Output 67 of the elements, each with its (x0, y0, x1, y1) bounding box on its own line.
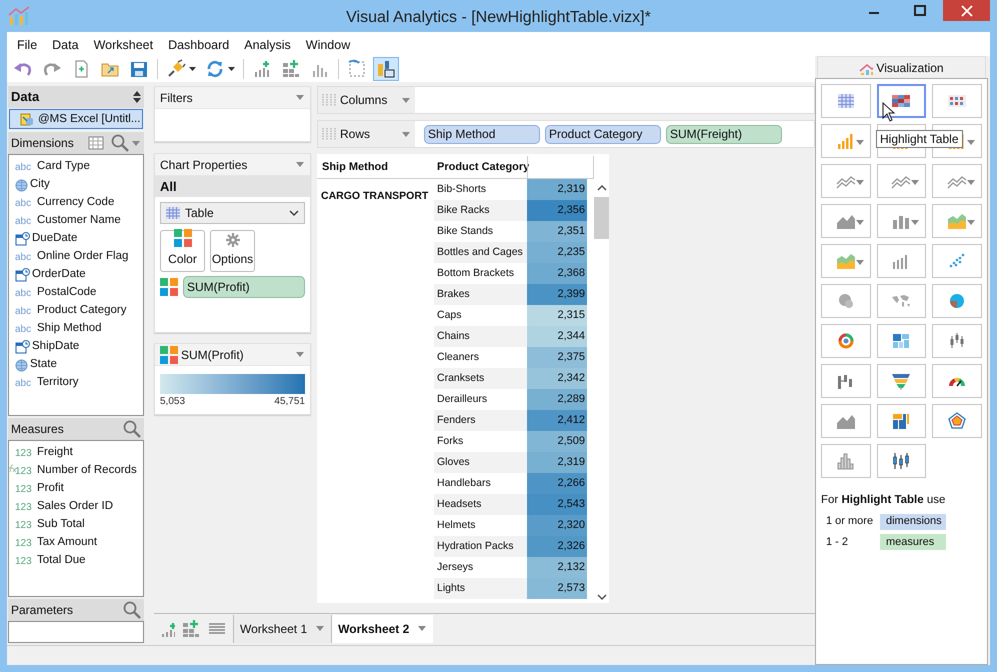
type-label: abc (15, 286, 32, 300)
highlight-cell: 2,235 (527, 242, 587, 263)
highlight-cell: 2,289 (527, 389, 587, 410)
legend-min-label: 5,053 (160, 395, 186, 409)
table-cell: Headsets (434, 494, 527, 515)
highlight-cell: 2,399 (527, 284, 587, 305)
type-label: 123 (15, 536, 33, 550)
shelf-label: Rows (340, 126, 372, 143)
highlight-cell: 2,509 (527, 431, 587, 452)
shelf-label: Columns (340, 92, 388, 109)
highlight-cell: 2,543 (527, 494, 587, 515)
table-cell: Cranksets (434, 368, 527, 389)
table-cell: Fenders (434, 410, 527, 431)
type-label: abc (15, 322, 32, 336)
highlight-cell: 2,573 (527, 578, 587, 599)
type-label: 123 (15, 482, 33, 496)
table-cell: Lights (434, 578, 527, 599)
type-label: abc (15, 250, 32, 264)
table-cell: Chains (434, 326, 527, 347)
table-cell: Gloves (434, 452, 527, 473)
type-label: 123 (15, 518, 33, 532)
type-label: abc (15, 214, 32, 228)
type-label: 123 (15, 446, 33, 460)
highlight-cell: 2,266 (527, 473, 587, 494)
field-type-tag: measures (880, 534, 946, 550)
type-label: abc (15, 160, 32, 174)
highlight-cell: 2,356 (527, 200, 587, 221)
highlight-cell: 2,132 (527, 557, 587, 578)
row-header: CARGO TRANSPORT (321, 190, 428, 202)
panel-title: Parameters (11, 602, 74, 619)
table-cell: Bottles and Cages (434, 242, 527, 263)
highlight-cell: 2,326 (527, 536, 587, 557)
type-label: 123 (15, 464, 35, 478)
table-cell: Hydration Packs (434, 536, 527, 557)
panel-title: Data (11, 88, 40, 106)
highlight-cell: 2,375 (527, 347, 587, 368)
panel-title: Chart Properties (160, 156, 248, 174)
type-label: abc (15, 196, 32, 210)
panel-title: SUM(Profit) (181, 346, 245, 364)
column-header: Ship Method (317, 156, 434, 179)
data-source-label: @MS Excel [Untitl... (38, 112, 140, 126)
tooltip: Highlight Table (876, 130, 962, 148)
table-cell: Bike Racks (434, 200, 527, 221)
hint-text: For Highlight Table use (821, 493, 946, 508)
highlight-cell: 2,412 (527, 410, 587, 431)
requirement-count: 1 or more (826, 514, 874, 530)
field-type-tag: dimensions (880, 514, 946, 530)
panel-title: Filters (160, 90, 194, 106)
type-label: abc (15, 376, 32, 390)
type-label: 123 (15, 500, 33, 514)
highlight-cell: 2,342 (527, 368, 587, 389)
legend-max-label: 45,751 (274, 395, 305, 409)
panel-title: Measures (11, 421, 65, 438)
requirement-count: 1 - 2 (826, 534, 850, 550)
highlight-cell: 2,319 (527, 452, 587, 473)
highlight-cell: 2,344 (527, 326, 587, 347)
type-label: abc (15, 304, 32, 318)
type-label: 123 (15, 554, 33, 568)
highlight-cell: 2,351 (527, 221, 587, 242)
table-cell: Brakes (434, 284, 527, 305)
scope-label: All (155, 176, 310, 197)
highlight-cell: 2,320 (527, 515, 587, 536)
highlight-cell: 2,319 (527, 179, 587, 200)
highlight-cell: 2,315 (527, 305, 587, 326)
window-title: Visual Analytics - [NewHighlightTable.vizx]* (346, 8, 651, 28)
panel-title: Dimensions (11, 135, 75, 152)
highlight-cell: 2,368 (527, 263, 587, 284)
